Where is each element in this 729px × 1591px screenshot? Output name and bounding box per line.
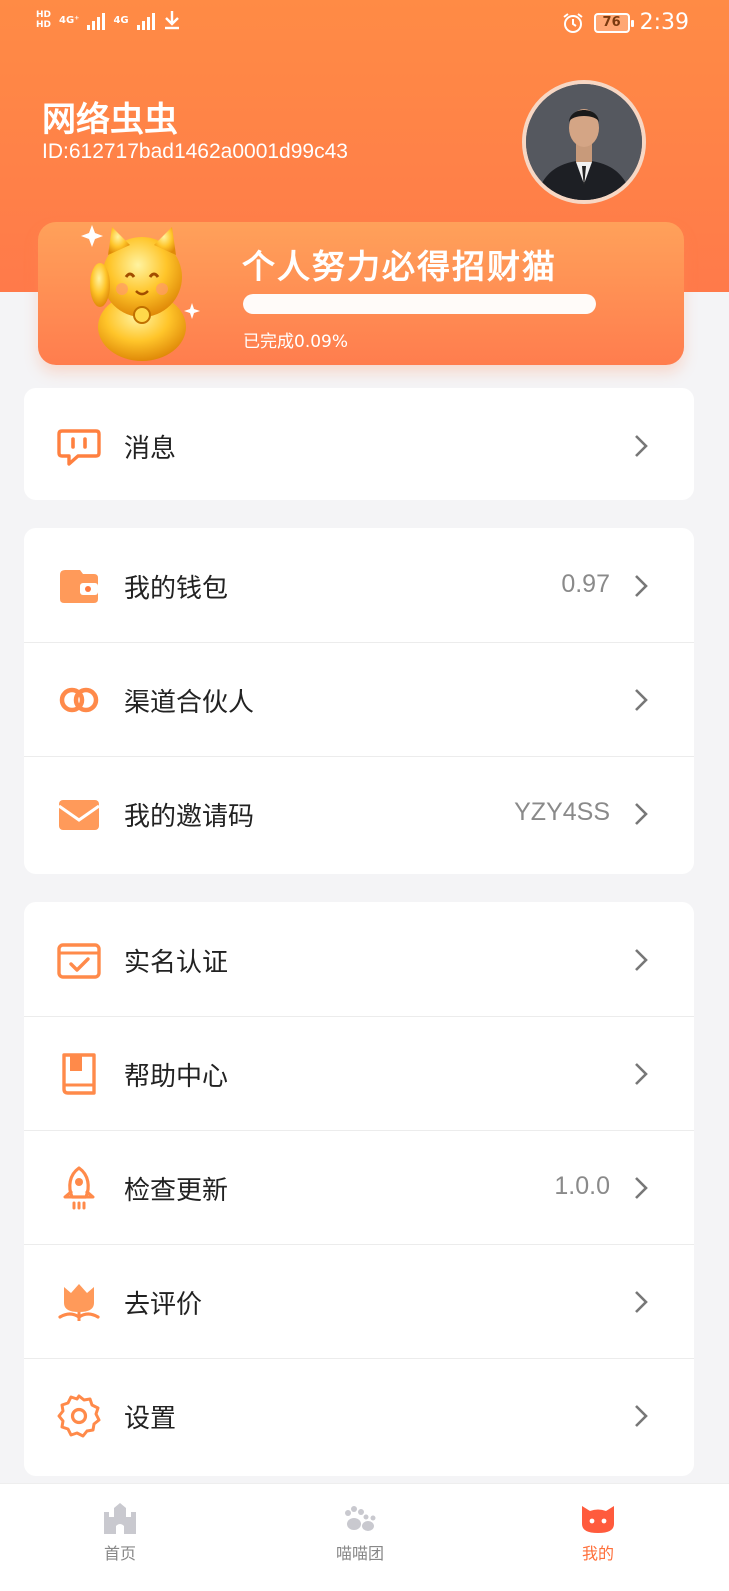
wallet-balance: 0.97 — [561, 570, 610, 598]
chevron-right-icon — [635, 1405, 648, 1427]
menu-item-settings[interactable]: 设置 — [24, 1358, 694, 1472]
menu-item-label: 消息 — [124, 434, 177, 464]
alarm-icon — [562, 12, 583, 33]
menu-item-label: 帮助中心 — [124, 1062, 229, 1092]
general-card: 实名认证 帮助中心 检查更新 1.0.0 去评价 设置 — [24, 902, 694, 1476]
tab-label: 首页 — [103, 1544, 136, 1563]
link-icon — [59, 687, 99, 713]
menu-item-wallet[interactable]: 我的钱包 0.97 — [24, 528, 694, 642]
download-icon — [164, 11, 179, 30]
clock: 2:39 — [639, 10, 689, 35]
chevron-right-icon — [635, 435, 648, 457]
menu-item-verify[interactable]: 实名认证 — [24, 902, 694, 1016]
user-id: ID:612717bad1462a0001d99c43 — [42, 140, 348, 163]
tab-label: 我的 — [581, 1544, 614, 1563]
lucky-cat-icon — [81, 225, 200, 361]
chevron-right-icon — [635, 949, 648, 971]
tab-mine[interactable]: 我的 — [528, 1484, 668, 1591]
chevron-right-icon — [635, 575, 648, 597]
menu-item-label: 设置 — [124, 1404, 177, 1434]
menu-item-rate[interactable]: 去评价 — [24, 1244, 694, 1358]
menu-item-update[interactable]: 检查更新 1.0.0 — [24, 1130, 694, 1244]
hd-badge: HD — [36, 10, 52, 20]
tab-label: 喵喵团 — [335, 1544, 384, 1563]
paw-icon — [345, 1506, 376, 1531]
menu-item-invite[interactable]: 我的邀请码 YZY4SS — [24, 756, 694, 870]
wallet-icon — [60, 570, 98, 603]
envelope-icon — [58, 800, 100, 830]
invite-code: YZY4SS — [514, 798, 610, 826]
castle-icon — [104, 1503, 136, 1534]
progress-text: 已完成0.09% — [243, 332, 349, 352]
menu-item-label: 实名认证 — [124, 948, 229, 978]
menu-item-label: 我的邀请码 — [124, 802, 255, 832]
chevron-right-icon — [635, 1291, 648, 1313]
gear-icon — [57, 1394, 101, 1438]
chevron-right-icon — [635, 1063, 648, 1085]
username: 网络虫虫 — [42, 100, 178, 140]
book-icon — [62, 1053, 96, 1095]
tab-home[interactable]: 首页 — [50, 1484, 190, 1591]
avatar[interactable] — [522, 80, 646, 204]
chevron-right-icon — [635, 1177, 648, 1199]
menu-item-partner[interactable]: 渠道合伙人 — [24, 642, 694, 756]
menu-item-label: 渠道合伙人 — [124, 688, 255, 718]
progress-bar — [243, 294, 596, 314]
menu-item-label: 检查更新 — [124, 1176, 229, 1206]
menu-item-help[interactable]: 帮助中心 — [24, 1016, 694, 1130]
account-card: 我的钱包 0.97 渠道合伙人 我的邀请码 YZY4SS — [24, 528, 694, 874]
message-icon — [57, 429, 101, 466]
menu-item-messages[interactable]: 消息 — [24, 388, 694, 500]
network-type: 4G — [113, 14, 129, 26]
signal-icon — [136, 10, 155, 30]
progress-fill — [243, 294, 596, 314]
messages-card: 消息 — [24, 388, 694, 500]
id-card-icon — [57, 943, 101, 979]
rocket-icon — [63, 1166, 95, 1210]
chevron-right-icon — [635, 689, 648, 711]
signal-icon — [87, 10, 106, 30]
menu-item-label: 我的钱包 — [124, 574, 229, 604]
hd-badge: HD — [36, 20, 52, 30]
banner-title: 个人努力必得招财猫 — [242, 247, 557, 286]
bottom-navigation: 首页 喵喵团 我的 — [0, 1483, 729, 1591]
status-bar: HD HD 4G⁺ 4G 76 2:39 — [0, 0, 729, 50]
chevron-right-icon — [635, 803, 648, 825]
app-version: 1.0.0 — [554, 1172, 610, 1200]
flower-icon — [58, 1284, 100, 1321]
network-type: 4G⁺ — [59, 14, 80, 26]
cat-face-icon — [582, 1506, 614, 1533]
menu-item-label: 去评价 — [124, 1290, 203, 1320]
tab-team[interactable]: 喵喵团 — [290, 1484, 430, 1591]
battery-icon: 76 — [593, 12, 634, 33]
